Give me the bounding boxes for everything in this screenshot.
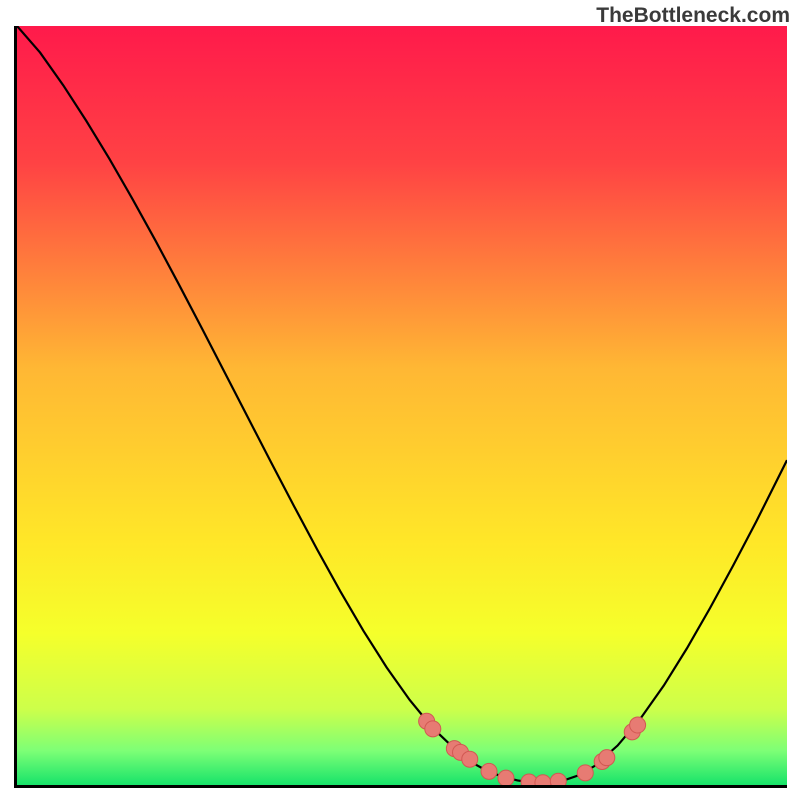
data-marker bbox=[550, 773, 566, 785]
curve-layer bbox=[17, 26, 787, 785]
data-marker bbox=[630, 717, 646, 733]
data-marker bbox=[599, 750, 615, 766]
data-marker bbox=[481, 763, 497, 779]
data-marker bbox=[462, 751, 478, 767]
bottleneck-curve bbox=[17, 26, 787, 783]
plot-area bbox=[17, 26, 787, 785]
data-marker bbox=[535, 775, 551, 785]
data-marker bbox=[577, 765, 593, 781]
data-marker bbox=[498, 770, 514, 785]
chart-container: TheBottleneck.com bbox=[0, 0, 800, 800]
data-markers bbox=[419, 713, 646, 785]
data-marker bbox=[425, 721, 441, 737]
attribution-text: TheBottleneck.com bbox=[596, 4, 790, 28]
